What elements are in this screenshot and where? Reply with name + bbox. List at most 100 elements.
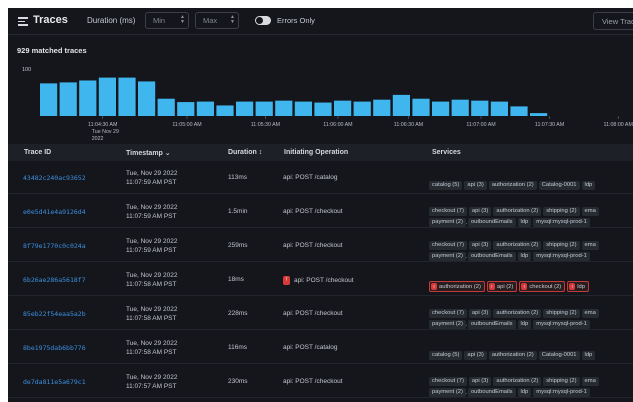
x-tick-date: Tue Nov 29: [92, 129, 119, 135]
service-chip[interactable]: payment (2): [429, 387, 466, 397]
service-chip[interactable]: api (3): [464, 350, 487, 360]
menu-icon[interactable]: [18, 17, 28, 26]
histogram-bar[interactable]: [59, 82, 77, 116]
table-row[interactable]: 6b26ae286a5618f7 Tue, Nov 29 2022 11:07:58…: [8, 263, 633, 296]
histogram-bar[interactable]: [40, 83, 58, 116]
view-traces-button[interactable]: View Trac: [593, 12, 633, 30]
service-chip[interactable]: ldp: [517, 387, 532, 397]
duration-max-input[interactable]: Max ▲ ▼: [195, 12, 239, 29]
services-cell: checkout (7) api (3) authorization (2) ship…: [429, 199, 633, 227]
service-chip[interactable]: mysql:mysql-prod-1: [533, 217, 590, 227]
duration-min-input[interactable]: Min ▲ ▼: [145, 12, 189, 29]
service-chip[interactable]: outboundEmails: [467, 217, 516, 227]
x-tick-label: 11:05:00 AM: [172, 122, 201, 128]
histogram-bar[interactable]: [177, 102, 195, 116]
table-row[interactable]: 43482c240ac93652 Tue, Nov 29 2022 11:07:59…: [8, 161, 633, 194]
col-trace-id[interactable]: Trace ID: [24, 149, 51, 156]
trace-id-link[interactable]: 6b26ae286a5618f7: [23, 276, 86, 284]
histogram-bar[interactable]: [490, 101, 508, 116]
traces-histogram[interactable]: 100 11:04:30 AMTue Nov 292022 11:05:00 AM 1…: [8, 58, 633, 142]
histogram-bar[interactable]: [236, 101, 254, 116]
errors-only-toggle[interactable]: [255, 16, 271, 25]
service-chip-label: Catalog-0001: [541, 182, 577, 188]
service-chip[interactable]: ldp: [517, 251, 532, 261]
service-chip[interactable]: Catalog-0001: [538, 350, 580, 360]
histogram-bar[interactable]: [138, 81, 156, 116]
histogram-bar[interactable]: [98, 77, 116, 116]
table-row[interactable]: 8f79e1770c0c024a Tue, Nov 29 2022 11:07:59…: [8, 229, 633, 262]
table-row[interactable]: e0e5d41e4a9126d4 Tue, Nov 29 2022 11:07:59…: [8, 195, 633, 228]
operation-text: api: POST /catalog: [283, 344, 338, 351]
trace-id-link[interactable]: 8f79e1770c0c024a: [23, 242, 86, 250]
operation-text: api: POST /checkout: [283, 242, 343, 249]
service-chip[interactable]: payment (2): [429, 251, 466, 261]
trace-id-link[interactable]: de7da811e5a679c1: [23, 378, 86, 386]
spinner-arrows-icon[interactable]: ▲ ▼: [180, 15, 185, 25]
service-chip-label: outboundEmails: [470, 219, 513, 225]
service-chip[interactable]: ! api (2): [486, 281, 518, 292]
service-chip[interactable]: ! ldp: [567, 281, 589, 292]
histogram-bar[interactable]: [530, 113, 548, 116]
histogram-bar[interactable]: [353, 101, 371, 116]
col-timestamp[interactable]: Timestamp ⌄: [126, 149, 171, 157]
timestamp-date: Tue, Nov 29 2022: [126, 340, 178, 347]
histogram-bar[interactable]: [118, 77, 136, 116]
duration: 113ms: [228, 174, 248, 181]
service-chip[interactable]: ldp: [581, 180, 596, 190]
histogram-bar[interactable]: [196, 101, 214, 116]
histogram-bar[interactable]: [275, 100, 293, 116]
service-chip[interactable]: ldp: [581, 350, 596, 360]
timestamp: Tue, Nov 29 2022 11:07:58 AM PST: [126, 271, 177, 289]
service-chip[interactable]: api (3): [464, 180, 487, 190]
service-chip-label: api (3): [467, 182, 484, 188]
service-chip[interactable]: catalog (5): [429, 350, 463, 360]
service-chip[interactable]: mysql:mysql-prod-1: [533, 319, 590, 329]
duration: 1.5min: [228, 208, 248, 215]
histogram-bar[interactable]: [510, 106, 528, 116]
trace-id-link[interactable]: e0e5d41e4a9126d4: [23, 208, 86, 216]
histogram-bar[interactable]: [432, 101, 450, 116]
service-chip[interactable]: authorization (2): [488, 180, 537, 190]
service-chip-label: Catalog-0001: [541, 352, 577, 358]
col-duration[interactable]: Duration ↕: [228, 149, 262, 156]
trace-id-link[interactable]: 43482c240ac93652: [23, 174, 86, 182]
histogram-bar[interactable]: [451, 99, 469, 116]
histogram-bar[interactable]: [216, 105, 234, 116]
service-chip[interactable]: outboundEmails: [467, 387, 516, 397]
histogram-bar[interactable]: [373, 99, 391, 116]
initiating-operation: api: POST /checkout: [283, 242, 343, 249]
service-chip[interactable]: ldp: [517, 217, 532, 227]
services-cell: checkout (7) api (3) authorization (2) ship…: [429, 233, 633, 261]
spinner-arrows-icon[interactable]: ▲ ▼: [230, 15, 235, 25]
histogram-bar[interactable]: [334, 100, 352, 116]
histogram-bar[interactable]: [314, 102, 332, 116]
histogram-bar[interactable]: [412, 98, 430, 116]
service-chip[interactable]: Catalog-0001: [538, 180, 580, 190]
service-chip[interactable]: ! authorization (2): [429, 281, 485, 292]
table-row[interactable]: 8be1975dab6bb776 Tue, Nov 29 2022 11:07:58…: [8, 331, 633, 364]
service-chip[interactable]: catalog (5): [429, 180, 463, 190]
histogram-bar[interactable]: [392, 94, 410, 116]
trace-id-link[interactable]: 8be1975dab6bb776: [23, 344, 86, 352]
trace-id-link[interactable]: 85eb22f54eaa5a2b: [23, 310, 86, 318]
histogram-bar[interactable]: [157, 98, 175, 116]
timestamp-time: 11:07:59 AM PST: [126, 179, 177, 186]
histogram-bar[interactable]: [471, 100, 489, 116]
histogram-bar[interactable]: [255, 101, 273, 116]
table-row[interactable]: de7da811e5a679c1 Tue, Nov 29 2022 11:07:57…: [8, 365, 633, 398]
histogram-bar[interactable]: [79, 80, 97, 116]
service-chip[interactable]: outboundEmails: [467, 251, 516, 261]
service-chip[interactable]: authorization (2): [488, 350, 537, 360]
page-title: Traces: [33, 14, 68, 26]
service-chip[interactable]: ! checkout (2): [519, 281, 566, 292]
service-chip[interactable]: mysql:mysql-prod-1: [533, 251, 590, 261]
service-chip[interactable]: mysql:mysql-prod-1: [533, 387, 590, 397]
histogram-bar[interactable]: [294, 101, 312, 116]
service-chip-label: ldp: [584, 352, 593, 358]
service-chip[interactable]: ldp: [517, 319, 532, 329]
timestamp-time: 11:07:59 AM PST: [126, 213, 177, 220]
service-chip[interactable]: outboundEmails: [467, 319, 516, 329]
service-chip[interactable]: payment (2): [429, 319, 466, 329]
table-row[interactable]: 85eb22f54eaa5a2b Tue, Nov 29 2022 11:07:58…: [8, 297, 633, 330]
service-chip[interactable]: payment (2): [429, 217, 466, 227]
